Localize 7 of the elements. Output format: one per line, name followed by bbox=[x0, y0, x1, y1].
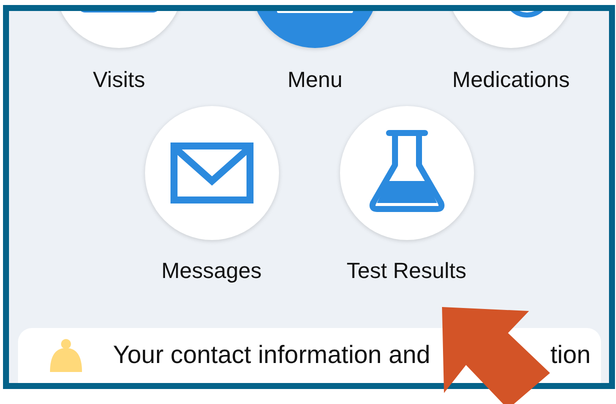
nav-tile-button[interactable]: Messages bbox=[114, 105, 309, 284]
nav-tile-button[interactable]: Test Results bbox=[309, 105, 504, 284]
nav-tile-button[interactable]: Menu bbox=[217, 11, 413, 93]
nav-tile-button[interactable]: Medications bbox=[413, 11, 609, 93]
nav-tile-button[interactable]: Visits bbox=[21, 11, 217, 93]
notice-text: tion bbox=[550, 340, 591, 370]
notice-text: Your contact information and bbox=[113, 340, 430, 370]
